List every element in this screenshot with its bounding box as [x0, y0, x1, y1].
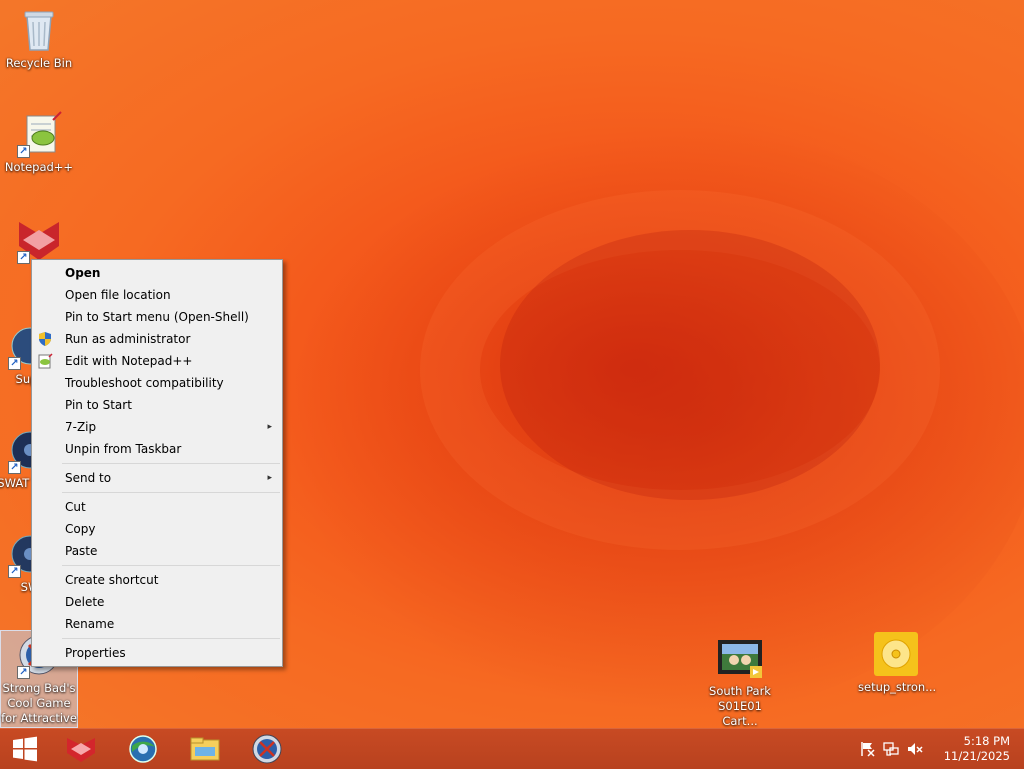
context-menu: Open Open file location Pin to Start men… [31, 259, 283, 667]
taskbar-game[interactable] [238, 729, 296, 769]
menu-item-label: Delete [65, 595, 105, 609]
red-app-icon: ↗ [15, 216, 63, 264]
notepadpp-icon [37, 353, 53, 369]
menu-item-create-shortcut[interactable]: Create shortcut [32, 569, 282, 591]
network-icon[interactable] [883, 741, 899, 757]
menu-item-label: Open file location [65, 288, 171, 302]
taskbar: 5:18 PM 11/21/2025 [0, 728, 1024, 769]
desktop-icon-label: Recycle Bin [5, 56, 73, 70]
menu-item-unpin-from-taskbar[interactable]: Unpin from Taskbar [32, 438, 282, 460]
desktop-icon-south-park[interactable]: South Park S01E01 Cart... [702, 634, 778, 729]
system-tray: 5:18 PM 11/21/2025 [854, 729, 1024, 769]
shortcut-arrow-icon: ↗ [17, 251, 30, 264]
menu-item-label: Properties [65, 646, 126, 660]
taskbar-app-red[interactable] [52, 729, 110, 769]
disc-image-icon [872, 630, 920, 678]
menu-separator [62, 638, 280, 639]
menu-item-pin-to-start-menu[interactable]: Pin to Start menu (Open-Shell) [32, 306, 282, 328]
recycle-bin-icon [15, 6, 63, 54]
shortcut-arrow-icon: ↗ [17, 666, 30, 679]
menu-item-send-to[interactable]: Send to ▸ [32, 467, 282, 489]
desktop-icon-label: South Park S01E01 Cart... [709, 684, 771, 728]
game-icon [252, 734, 282, 764]
menu-item-label: Edit with Notepad++ [65, 354, 193, 368]
shortcut-arrow-icon: ↗ [8, 461, 21, 474]
menu-item-label: Paste [65, 544, 98, 558]
menu-item-properties[interactable]: Properties [32, 642, 282, 664]
clock-date: 11/21/2025 [943, 749, 1010, 763]
volume-muted-icon[interactable] [907, 741, 923, 757]
menu-item-paste[interactable]: Paste [32, 540, 282, 562]
menu-item-label: 7-Zip [65, 420, 97, 434]
taskbar-browser[interactable] [114, 729, 172, 769]
menu-item-copy[interactable]: Copy [32, 518, 282, 540]
desktop-icon-label: Notepad++ [4, 160, 74, 174]
menu-item-label: Troubleshoot compatibility [65, 376, 224, 390]
file-explorer-icon [190, 737, 220, 761]
menu-item-label: Rename [65, 617, 115, 631]
notepadpp-icon: ↗ [15, 110, 63, 158]
menu-item-pin-to-start[interactable]: Pin to Start [32, 394, 282, 416]
menu-item-troubleshoot-compatibility[interactable]: Troubleshoot compatibility [32, 372, 282, 394]
uac-shield-icon [37, 331, 53, 347]
menu-item-label: Create shortcut [65, 573, 159, 587]
desktop-icon-notepadpp[interactable]: ↗ Notepad++ [1, 110, 77, 175]
menu-separator [62, 463, 280, 464]
action-center-flag-icon[interactable] [859, 741, 875, 757]
shortcut-arrow-icon: ↗ [8, 357, 21, 370]
taskbar-file-explorer[interactable] [176, 729, 234, 769]
desktop-icon-label: setup_stron... [858, 680, 937, 694]
menu-item-label: Pin to Start [65, 398, 132, 412]
menu-item-label: Send to [65, 471, 112, 485]
menu-item-label: Unpin from Taskbar [65, 442, 182, 456]
menu-item-label: Run as administrator [65, 332, 191, 346]
menu-item-edit-with-notepadpp[interactable]: Edit with Notepad++ [32, 350, 282, 372]
menu-item-open-file-location[interactable]: Open file location [32, 284, 282, 306]
start-button[interactable] [0, 729, 50, 769]
windows-logo-icon [13, 736, 37, 762]
clock[interactable]: 5:18 PM 11/21/2025 [930, 734, 1010, 764]
desktop-icon-label: Strong Bad's Cool Game for Attractive [1, 681, 77, 725]
menu-item-label: Cut [65, 500, 86, 514]
menu-item-7zip[interactable]: 7-Zip ▸ [32, 416, 282, 438]
menu-item-delete[interactable]: Delete [32, 591, 282, 613]
clock-time: 5:18 PM [963, 734, 1010, 748]
shortcut-arrow-icon: ↗ [17, 145, 30, 158]
video-file-icon [716, 634, 764, 682]
menu-separator [62, 565, 280, 566]
submenu-arrow-icon: ▸ [267, 473, 272, 483]
menu-item-label: Copy [65, 522, 96, 536]
desktop-icon-recycle-bin[interactable]: Recycle Bin [1, 6, 77, 71]
desktop-icon-setup[interactable]: setup_stron... [858, 630, 937, 695]
menu-item-open[interactable]: Open [32, 262, 282, 284]
menu-item-label: Pin to Start menu (Open-Shell) [65, 310, 249, 324]
app-red-icon [67, 738, 95, 762]
submenu-arrow-icon: ▸ [267, 422, 272, 432]
browser-icon [129, 735, 157, 763]
menu-separator [62, 492, 280, 493]
menu-item-label: Open [65, 266, 101, 280]
shortcut-arrow-icon: ↗ [8, 565, 21, 578]
menu-item-run-as-administrator[interactable]: Run as administrator [32, 328, 282, 350]
menu-item-cut[interactable]: Cut [32, 496, 282, 518]
menu-item-rename[interactable]: Rename [32, 613, 282, 635]
